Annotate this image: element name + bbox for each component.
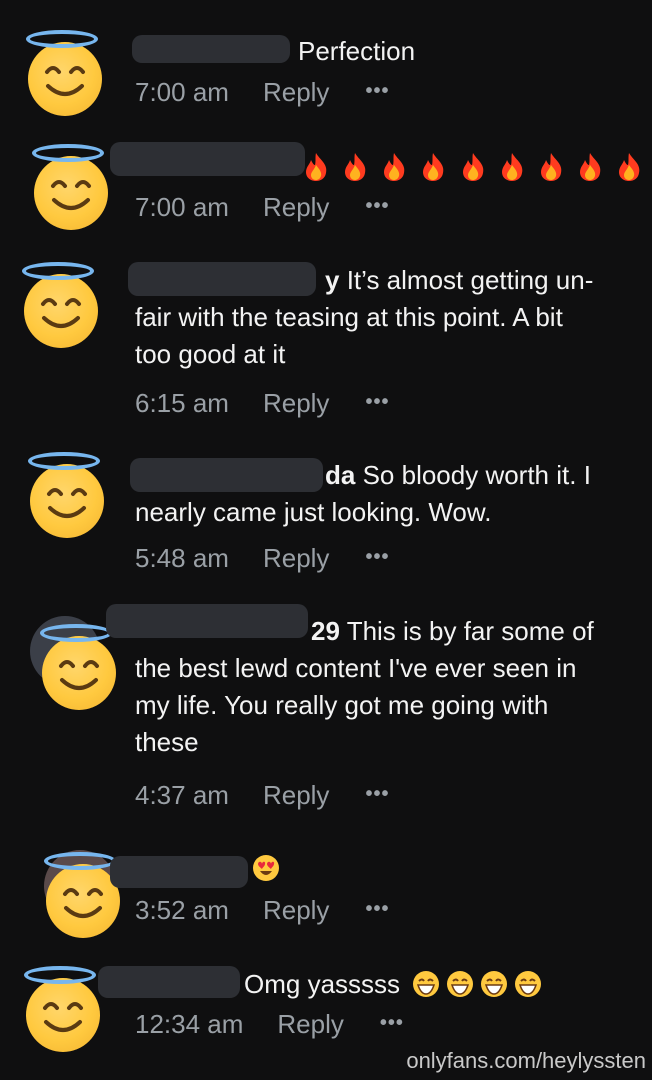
comment-time: 7:00 am bbox=[135, 192, 229, 222]
avatar-halo-emoji[interactable] bbox=[24, 450, 108, 538]
grinning-emoji-icon bbox=[413, 971, 439, 998]
comment-text: 29 This is by far some of the best lewd … bbox=[135, 616, 594, 757]
more-options-button[interactable]: ••• bbox=[365, 391, 389, 413]
comment-meta: 7:00 am Reply ••• bbox=[135, 77, 389, 108]
more-options-button[interactable]: ••• bbox=[365, 898, 389, 920]
fire-icon bbox=[345, 153, 366, 181]
fire-icon bbox=[501, 153, 522, 181]
avatar-halo-emoji[interactable] bbox=[20, 964, 104, 1052]
avatar-halo-emoji[interactable] bbox=[36, 622, 120, 710]
grinning-emoji-icon bbox=[481, 971, 508, 998]
reply-button[interactable]: Reply bbox=[277, 1009, 343, 1039]
comment-text: da So bloody worth it. I nearly came jus… bbox=[135, 460, 591, 527]
avatar-halo-emoji[interactable] bbox=[22, 28, 106, 116]
grinning-emoji-icon bbox=[447, 971, 474, 998]
comment-time: 7:00 am bbox=[135, 77, 229, 107]
reply-button[interactable]: Reply bbox=[263, 543, 329, 573]
username-tail[interactable]: da bbox=[325, 460, 355, 490]
comment-meta: 7:00 am Reply ••• bbox=[135, 192, 389, 223]
comment-meta: 3:52 am Reply ••• bbox=[135, 895, 389, 926]
reply-button[interactable]: Reply bbox=[263, 895, 329, 925]
username-tail[interactable]: y bbox=[325, 265, 339, 295]
grin-emoji-row bbox=[412, 970, 542, 998]
grinning-emoji-icon bbox=[515, 971, 542, 998]
reply-button[interactable]: Reply bbox=[263, 192, 329, 222]
fire-icon bbox=[306, 153, 327, 181]
comment-time: 3:52 am bbox=[135, 895, 229, 925]
blurred-username[interactable] bbox=[98, 966, 240, 998]
more-options-button[interactable]: ••• bbox=[365, 80, 389, 102]
comment-meta: 4:37 am Reply ••• bbox=[135, 780, 389, 811]
more-options-button[interactable]: ••• bbox=[380, 1012, 404, 1034]
comment-time: 5:48 am bbox=[135, 543, 229, 573]
fire-emoji-row bbox=[302, 152, 648, 182]
more-options-button[interactable]: ••• bbox=[365, 783, 389, 805]
fire-icon bbox=[579, 153, 601, 181]
comment-meta: 12:34 am Reply ••• bbox=[135, 1009, 404, 1040]
fire-icon bbox=[462, 153, 483, 181]
comment-meta: 6:15 am Reply ••• bbox=[135, 388, 389, 419]
avatar-halo-emoji[interactable] bbox=[28, 142, 112, 230]
avatar-halo-emoji[interactable] bbox=[18, 260, 102, 348]
comment-text: Omg yasssss bbox=[244, 969, 401, 999]
watermark: onlyfans.com/heylyssten bbox=[406, 1048, 646, 1073]
comment-time: 4:37 am bbox=[135, 780, 229, 810]
username-tail[interactable]: 29 bbox=[311, 616, 340, 646]
comment-text: Perfection bbox=[298, 36, 416, 66]
reply-button[interactable]: Reply bbox=[263, 77, 329, 107]
fire-icon bbox=[619, 153, 640, 181]
blurred-username[interactable] bbox=[132, 35, 290, 63]
comment-text: y It’s almost getting un- fair with the … bbox=[135, 265, 594, 369]
blurred-username[interactable] bbox=[110, 856, 248, 888]
more-options-button[interactable]: ••• bbox=[365, 195, 389, 217]
fire-icon bbox=[384, 153, 405, 181]
heart-eyes-emoji-icon bbox=[253, 855, 279, 881]
blurred-username[interactable] bbox=[110, 142, 305, 176]
fire-icon bbox=[423, 153, 444, 181]
comment-time: 6:15 am bbox=[135, 388, 229, 418]
comment-time: 12:34 am bbox=[135, 1009, 244, 1039]
comment-meta: 5:48 am Reply ••• bbox=[135, 543, 389, 574]
fire-icon bbox=[540, 153, 562, 181]
reply-button[interactable]: Reply bbox=[263, 388, 329, 418]
reply-button[interactable]: Reply bbox=[263, 780, 329, 810]
more-options-button[interactable]: ••• bbox=[365, 546, 389, 568]
